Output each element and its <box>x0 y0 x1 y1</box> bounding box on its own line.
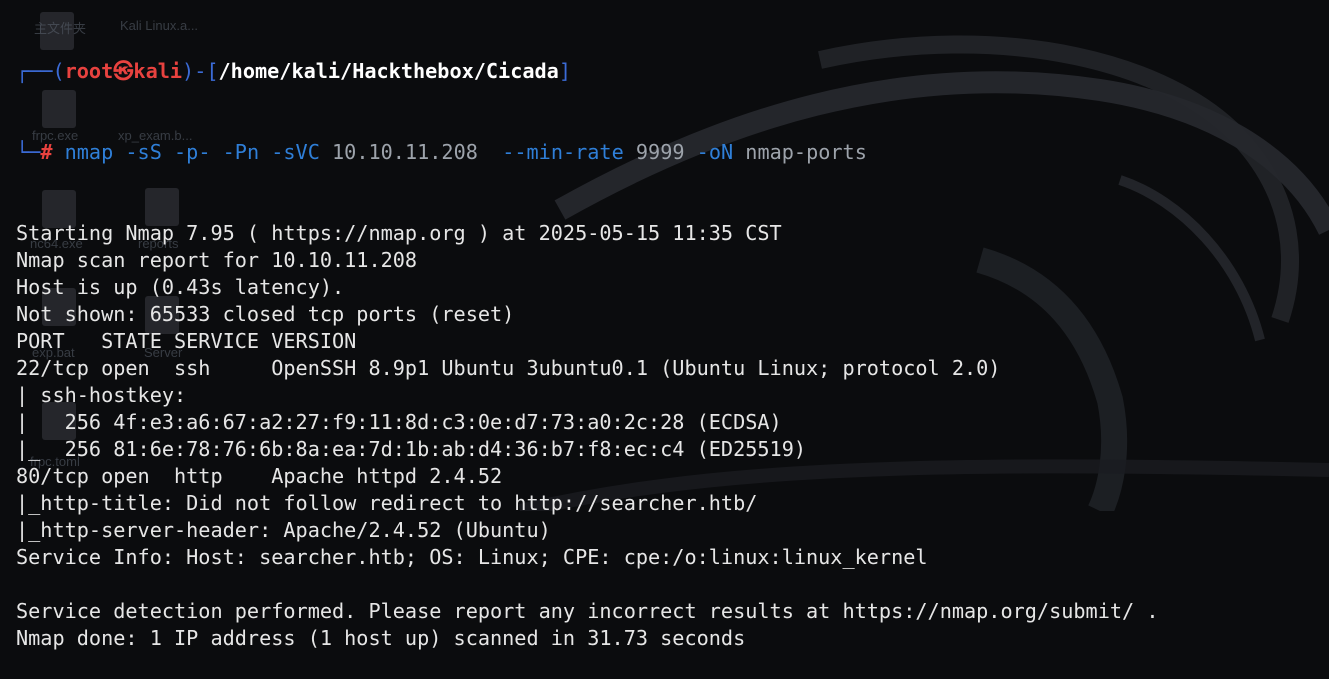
command-line[interactable]: └─# nmap -sS -p- -Pn -sVC 10.10.11.208 -… <box>16 139 1329 166</box>
output-line: Not shown: 65533 closed tcp ports (reset… <box>16 302 515 326</box>
prompt-frame-bottom: └─ <box>16 140 41 164</box>
output-line: |_ 256 81:6e:78:76:6b:8a:ea:7d:1b:ab:d4:… <box>16 437 807 461</box>
prompt-cwd: /home/kali/Hackthebox/Cicada <box>218 59 559 83</box>
output-line: | 256 4f:e3:a6:67:a2:27:f9:11:8d:c3:0e:d… <box>16 410 782 434</box>
prompt-frame-close: ] <box>558 59 571 83</box>
output-line: |_http-server-header: Apache/2.4.52 (Ubu… <box>16 518 551 542</box>
command-token: nmap <box>64 140 114 164</box>
output-line: Starting Nmap 7.95 ( https://nmap.org ) … <box>16 221 782 245</box>
output-line: PORT STATE SERVICE VERSION <box>16 329 357 353</box>
prompt-frame-open: ┌──( <box>16 59 65 83</box>
prompt-frame-mid: )-[ <box>182 59 219 83</box>
output-line: Nmap done: 1 IP address (1 host up) scan… <box>16 626 746 650</box>
prompt-symbol: # <box>40 140 53 164</box>
output-line: |_http-title: Did not follow redirect to… <box>16 491 758 515</box>
command-token: -oN <box>684 140 734 164</box>
command-token: --min-rate <box>477 140 624 164</box>
prompt-line: ┌──(root㉿kali)-[/home/kali/Hackthebox/Ci… <box>16 58 1329 85</box>
command-token: 9999 <box>623 140 685 164</box>
command-token: -sS -p- -Pn -sVC <box>113 140 320 164</box>
terminal-output[interactable]: ┌──(root㉿kali)-[/home/kali/Hackthebox/Ci… <box>16 4 1329 650</box>
output-line: 22/tcp open ssh OpenSSH 8.9p1 Ubuntu 3ub… <box>16 356 1001 380</box>
output-line: Host is up (0.43s latency). <box>16 275 345 299</box>
command-output: Starting Nmap 7.95 ( https://nmap.org ) … <box>16 220 1329 652</box>
command-token: nmap-ports <box>733 140 867 164</box>
output-line: Nmap scan report for 10.10.11.208 <box>16 248 418 272</box>
command-token: 10.10.11.208 <box>319 140 478 164</box>
output-line: | ssh-hostkey: <box>16 383 187 407</box>
prompt-user-host: root㉿kali <box>64 59 183 83</box>
command-text[interactable]: nmap -sS -p- -Pn -sVC 10.10.11.208 --min… <box>65 140 867 164</box>
output-line: Service Info: Host: searcher.htb; OS: Li… <box>16 545 928 569</box>
output-line: Service detection performed. Please repo… <box>16 599 1159 623</box>
output-line: 80/tcp open http Apache httpd 2.4.52 <box>16 464 503 488</box>
